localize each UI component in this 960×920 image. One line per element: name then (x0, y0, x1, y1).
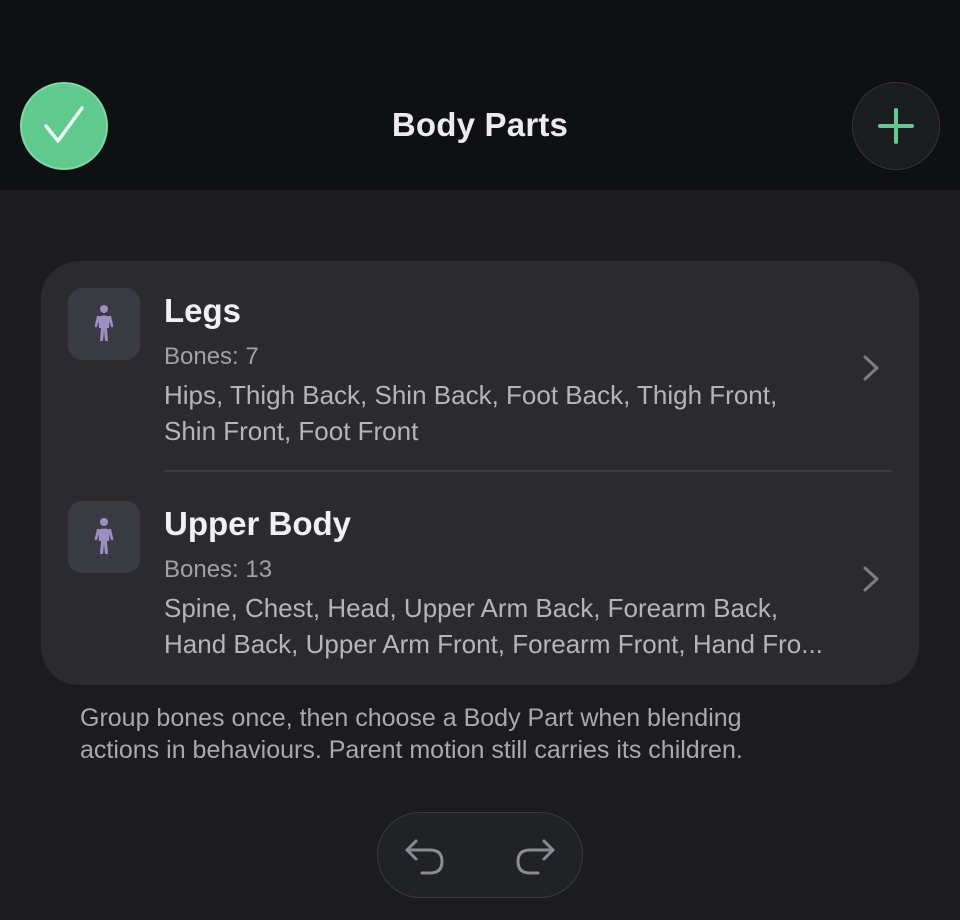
help-text-line: actions in behaviours. Parent motion sti… (80, 736, 743, 764)
undo-icon (405, 839, 444, 875)
redo-button[interactable] (510, 831, 560, 881)
chevron-right-icon (863, 355, 879, 381)
body-part-name: Upper Body (164, 505, 352, 542)
bone-list-line: Shin Front, Foot Front (164, 416, 419, 446)
page-title: Body Parts (391, 106, 569, 143)
bone-count: Bones: 7 (164, 343, 259, 370)
bone-list-line: Spine, Chest, Head, Upper Arm Back, Fore… (164, 593, 779, 623)
body-parts-list: Legs Bones: 7 Hips, Thigh Back, Shin Bac… (41, 261, 919, 685)
undo-button[interactable] (400, 831, 450, 881)
bone-count: Bones: 13 (164, 556, 273, 583)
redo-icon (516, 839, 555, 875)
bone-list-line: Hand Back, Upper Arm Front, Forearm Fron… (164, 629, 823, 659)
person-icon (68, 501, 140, 573)
top-bar: Body Parts (0, 0, 960, 190)
bone-list: Spine, Chest, Head, Upper Arm Back, Fore… (164, 590, 844, 662)
chevron-right-icon (863, 566, 879, 592)
bone-list-line: Hips, Thigh Back, Shin Back, Foot Back, … (164, 380, 778, 410)
bone-list: Hips, Thigh Back, Shin Back, Foot Back, … (164, 377, 844, 449)
plus-icon (878, 108, 914, 144)
help-text-line: Group bones once, then choose a Body Par… (80, 704, 742, 732)
list-item-legs[interactable]: Legs Bones: 7 Hips, Thigh Back, Shin Bac… (41, 261, 919, 472)
list-item-upper-body[interactable]: Upper Body Bones: 13 Spine, Chest, Head,… (41, 472, 919, 685)
add-body-part-button[interactable] (852, 82, 940, 170)
help-text: Group bones once, then choose a Body Par… (80, 702, 900, 766)
undo-redo-bar (377, 812, 583, 898)
person-icon (68, 288, 140, 360)
body-part-name: Legs (164, 292, 242, 329)
